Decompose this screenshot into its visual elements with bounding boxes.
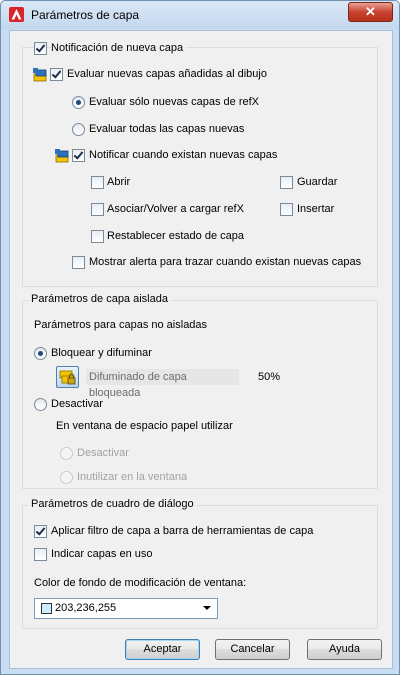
dialog-body: Notificación de nueva capa Evaluar nueva… — [9, 30, 393, 669]
apply-layer-filter-label[interactable]: Aplicar filtro de capa a barra de herram… — [51, 525, 313, 537]
locked-layer-fade-button[interactable] — [56, 366, 79, 388]
title-bar[interactable]: Parámetros de capa ✕ — [1, 1, 399, 29]
evaluate-added-label[interactable]: Evaluar nuevas capas añadidas al dibujo — [67, 68, 267, 80]
indicate-layers-in-use-label[interactable]: Indicar capas en uso — [51, 548, 153, 560]
dialog-window: Parámetros de capa ✕ Notificación de nue… — [0, 0, 400, 675]
indicate-layers-in-use-checkbox[interactable] — [34, 548, 47, 561]
radio-viewport-freeze-label[interactable]: Inutilizar en la ventana — [77, 471, 187, 483]
dialog-settings-title: Parámetros de cuadro de diálogo — [28, 498, 197, 510]
insert-label[interactable]: Insertar — [297, 203, 334, 215]
layer-stack-icon — [33, 68, 47, 82]
new-layer-notification-checkbox[interactable] — [34, 42, 47, 55]
insert-checkbox[interactable] — [280, 203, 293, 216]
ok-button[interactable]: Aceptar — [125, 639, 200, 660]
window-title: Parámetros de capa — [31, 8, 140, 22]
apply-layer-filter-checkbox[interactable] — [34, 525, 47, 538]
color-swatch — [41, 603, 52, 614]
new-layer-notification-group — [22, 47, 378, 287]
unisolated-settings-subtitle: Parámetros para capas no aisladas — [34, 319, 208, 331]
attach-reload-xref-label[interactable]: Asociar/Volver a cargar refX — [107, 203, 244, 215]
radio-evaluate-xref-only-label[interactable]: Evaluar sólo nuevas capas de refX — [89, 96, 259, 108]
cancel-button[interactable]: Cancelar — [215, 639, 290, 660]
help-button[interactable]: Ayuda — [307, 639, 382, 660]
autocad-icon — [9, 7, 24, 22]
attach-reload-xref-checkbox[interactable] — [91, 203, 104, 216]
close-button[interactable]: ✕ — [348, 2, 393, 22]
isolate-settings-title: Parámetros de capa aislada — [28, 293, 171, 305]
evaluate-added-checkbox[interactable] — [50, 68, 63, 81]
radio-off[interactable] — [34, 398, 47, 411]
layer-stack-icon — [55, 149, 69, 163]
radio-evaluate-xref-only[interactable] — [72, 96, 85, 109]
save-label[interactable]: Guardar — [297, 176, 337, 188]
radio-lock-and-fade[interactable] — [34, 347, 47, 360]
radio-evaluate-all-new[interactable] — [72, 123, 85, 136]
chevron-down-icon — [203, 606, 211, 610]
bg-color-dropdown[interactable]: 203,236,255 — [34, 598, 218, 619]
radio-off-label[interactable]: Desactivar — [51, 398, 103, 410]
save-checkbox[interactable] — [280, 176, 293, 189]
radio-viewport-off[interactable] — [60, 447, 73, 460]
locked-layer-fade-value: 50% — [258, 371, 281, 383]
radio-evaluate-all-new-label[interactable]: Evaluar todas las capas nuevas — [89, 123, 244, 135]
open-label[interactable]: Abrir — [107, 176, 130, 188]
notify-new-layers-checkbox[interactable] — [72, 149, 85, 162]
radio-viewport-off-label[interactable]: Desactivar — [77, 447, 129, 459]
bg-color-value: 203,236,255 — [55, 602, 117, 614]
viewport-override-bg-color-label: Color de fondo de modificación de ventan… — [34, 577, 247, 589]
paper-space-viewport-label: En ventana de espacio papel utilizar — [56, 420, 233, 432]
locked-layer-fade-field[interactable]: Difuminado de capa bloqueada — [86, 369, 239, 399]
radio-viewport-freeze[interactable] — [60, 471, 73, 484]
new-layer-notification-label[interactable]: Notificación de nueva capa — [51, 42, 187, 54]
notify-new-layers-label[interactable]: Notificar cuando existan nuevas capas — [89, 149, 277, 161]
plot-alert-label[interactable]: Mostrar alerta para trazar cuando exista… — [89, 256, 361, 268]
plot-alert-checkbox[interactable] — [72, 256, 85, 269]
open-checkbox[interactable] — [91, 176, 104, 189]
layer-lock-icon — [59, 370, 76, 385]
restore-layer-state-label[interactable]: Restablecer estado de capa — [107, 230, 244, 242]
radio-lock-and-fade-label[interactable]: Bloquear y difuminar — [51, 347, 152, 359]
restore-layer-state-checkbox[interactable] — [91, 230, 104, 243]
